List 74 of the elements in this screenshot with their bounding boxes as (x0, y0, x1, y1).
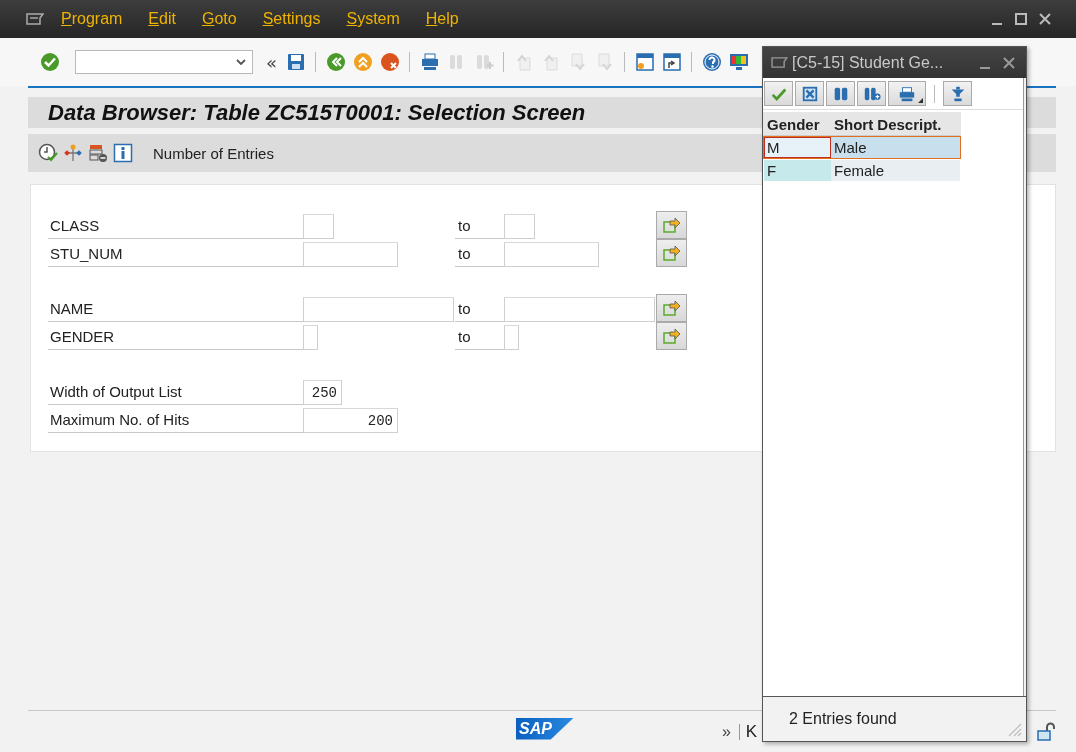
field-label: CLASS (48, 216, 303, 239)
multiple-selection-button[interactable] (656, 211, 687, 239)
resize-grip-icon[interactable] (1006, 721, 1022, 737)
info-icon[interactable] (113, 143, 133, 163)
parameter-field[interactable]: 200 (303, 408, 398, 433)
multiple-selection-button[interactable] (656, 294, 687, 322)
command-field[interactable] (75, 50, 253, 74)
expand-button[interactable]: » (719, 722, 733, 741)
menu-icon[interactable] (26, 12, 44, 26)
to-field[interactable] (504, 325, 519, 350)
number-of-entries-button[interactable]: Number of Entries (150, 142, 277, 164)
help-icon (701, 52, 722, 72)
sap-logo: SAP (516, 717, 574, 740)
maximize-icon[interactable] (1014, 12, 1028, 26)
close-icon[interactable] (1038, 12, 1052, 26)
caret-icon[interactable] (236, 59, 246, 65)
arrow-box-icon (661, 243, 682, 263)
column-header[interactable]: Short Descript. (831, 113, 960, 135)
table-cell: Female (831, 160, 960, 181)
shortcut-icon (661, 52, 682, 72)
field-label: STU_NUM (48, 244, 303, 267)
new-window-icon (634, 52, 655, 72)
table-cell: F (764, 160, 831, 181)
printer-icon (419, 52, 440, 72)
from-field[interactable] (303, 297, 454, 322)
monitor-icon (728, 52, 749, 72)
to-field[interactable] (504, 242, 599, 267)
clock-check-icon[interactable] (38, 143, 58, 163)
filter-button[interactable] (943, 81, 972, 106)
menu-item[interactable]: System (346, 10, 400, 28)
print-button[interactable] (888, 81, 926, 106)
entries-found-text: 2 Entries found (789, 710, 897, 728)
field-label: Width of Output List (48, 382, 303, 405)
dialog-title: [C5-15] Student Ge... (792, 53, 944, 72)
table-cell: M (764, 137, 831, 158)
field-label: NAME (48, 299, 303, 322)
column-header[interactable]: Gender (764, 113, 831, 135)
multiple-selection-button[interactable] (656, 239, 687, 267)
unlocked-padlock-icon (1036, 721, 1056, 742)
menu-icon[interactable] (771, 56, 788, 69)
table-cell: Male (831, 137, 960, 158)
to-field[interactable] (504, 214, 535, 239)
menu-item[interactable]: Edit (148, 10, 176, 28)
result-row[interactable]: M Male (763, 136, 961, 159)
menu-item[interactable]: Program (61, 10, 123, 28)
system-info: K (745, 721, 758, 742)
arrow-box-icon (661, 326, 682, 346)
from-field[interactable] (303, 242, 398, 267)
collapse-button[interactable]: « (263, 51, 280, 73)
screen-title: Data Browser: Table ZC515T0001: Selection Screen (48, 99, 586, 126)
menu-item[interactable]: Help (425, 10, 459, 28)
confirm-button[interactable] (764, 81, 793, 106)
result-row[interactable]: F Female (763, 159, 961, 182)
parameter-field[interactable]: 250 (303, 380, 342, 405)
flow-icon[interactable] (63, 143, 83, 163)
dropdown-corner-icon (918, 98, 923, 103)
field-label: GENDER (48, 327, 303, 350)
back-arrows-icon (325, 52, 346, 72)
from-field[interactable] (303, 214, 334, 239)
printer-icon (897, 84, 917, 103)
arrow-box-icon (661, 298, 682, 318)
from-field[interactable] (303, 325, 318, 350)
menu-item[interactable]: Goto (201, 10, 237, 28)
close-icon[interactable] (1002, 55, 1016, 70)
cancel-button[interactable] (795, 81, 824, 106)
field-label: Maximum No. of Hits (48, 410, 303, 433)
menu-item[interactable]: Settings (262, 10, 321, 28)
table-delete-icon[interactable] (88, 143, 108, 163)
multiple-selection-button[interactable] (656, 322, 687, 350)
x-circle-icon (379, 52, 400, 72)
check-icon (39, 52, 60, 72)
to-field[interactable] (504, 297, 655, 322)
up-arrows-icon (352, 52, 373, 72)
arrow-box-icon (661, 215, 682, 235)
